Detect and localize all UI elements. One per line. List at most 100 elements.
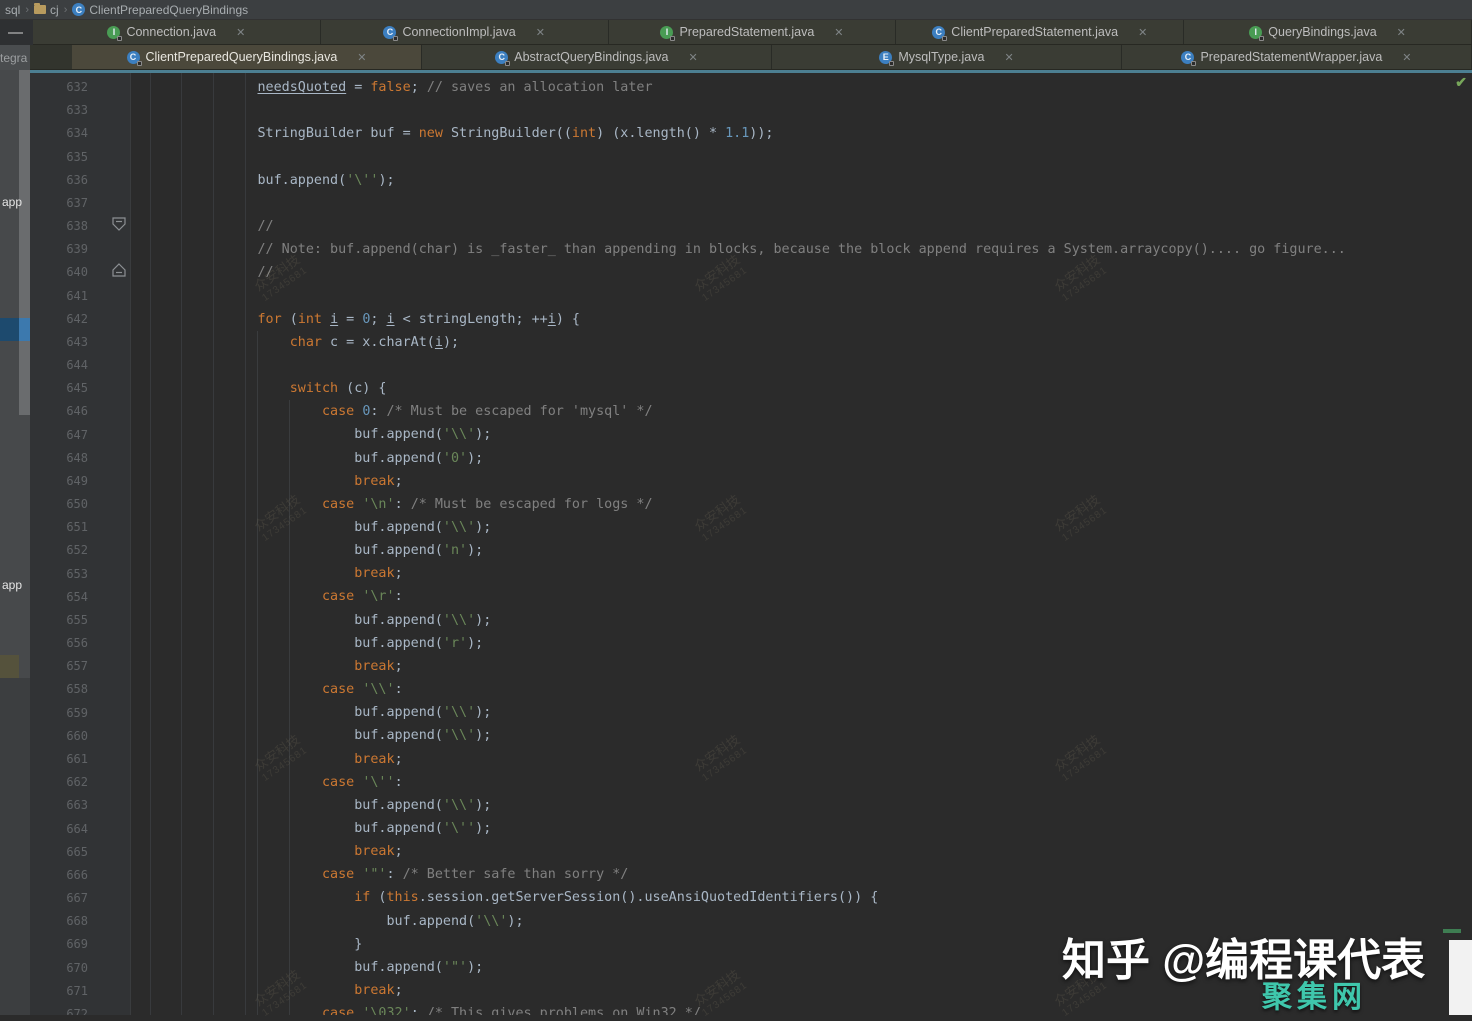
code-line-646[interactable]: case 0: /* Must be escaped for 'mysql' *… [193, 400, 1472, 423]
code-line-650[interactable]: case '\n': /* Must be escaped for logs *… [193, 493, 1472, 516]
code-line-647[interactable]: buf.append('\\'); [193, 423, 1472, 446]
code-line-667[interactable]: if (this.session.getServerSession().useA… [193, 886, 1472, 909]
corner-green-dash [1443, 929, 1461, 933]
fold-region-start-icon[interactable] [112, 217, 126, 237]
breadcrumb-item-clientpreparedquerybindings[interactable]: C ClientPreparedQueryBindings [69, 3, 251, 17]
code-line-652[interactable]: buf.append('n'); [193, 539, 1472, 562]
code-line-645[interactable]: switch (c) { [193, 377, 1472, 400]
code-line-649[interactable]: break; [193, 470, 1472, 493]
breadcrumb: sql›cj›CClientPreparedQueryBindings [0, 0, 1472, 20]
code-line-654[interactable]: case '\r': [193, 585, 1472, 608]
fold-region-end-icon[interactable] [112, 263, 126, 283]
code-line-643[interactable]: char c = x.charAt(i); [193, 331, 1472, 354]
breadcrumb-separator: › [62, 4, 70, 16]
close-tab-icon[interactable]: ✕ [357, 51, 366, 64]
code-line-659[interactable]: buf.append('\\'); [193, 701, 1472, 724]
code-line-651[interactable]: buf.append('\\'); [193, 516, 1472, 539]
site-watermark: 聚集网 [1262, 972, 1367, 1016]
code-line-658[interactable]: case '\\': [193, 678, 1472, 701]
code-line-637[interactable] [193, 192, 1472, 215]
tab-label: AbstractQueryBindings.java [514, 50, 668, 64]
breadcrumb-separator: › [23, 4, 31, 16]
code-line-666[interactable]: case '"': /* Better safe than sorry */ [193, 863, 1472, 886]
code-line-634[interactable]: StringBuilder buf = new StringBuilder((i… [193, 122, 1472, 145]
lock-badge-icon [670, 36, 675, 41]
breadcrumb-label: sql [5, 3, 20, 17]
close-tab-icon[interactable]: ✕ [1397, 26, 1406, 39]
code-line-655[interactable]: buf.append('\\'); [193, 609, 1472, 632]
breadcrumb-item-cj[interactable]: cj [31, 3, 62, 17]
background-selection-band [0, 318, 19, 341]
interface-icon: I [1249, 26, 1262, 39]
minimize-button[interactable]: — [0, 20, 33, 45]
tab-mysqltype-java[interactable]: EMysqlType.java✕ [772, 45, 1122, 69]
code-line-653[interactable]: break; [193, 562, 1472, 585]
code-line-660[interactable]: buf.append('\\'); [193, 724, 1472, 747]
breadcrumb-label: ClientPreparedQueryBindings [89, 3, 248, 17]
code-line-661[interactable]: break; [193, 748, 1472, 771]
code-line-657[interactable]: break; [193, 655, 1472, 678]
lock-badge-icon [889, 61, 894, 66]
tab-preparedstatementwrapper-java[interactable]: C PreparedStatementWrapper.java ✕ [1122, 45, 1472, 69]
class-icon: C [495, 51, 508, 64]
code-line-642[interactable]: for (int i = 0; i < stringLength; ++i) { [193, 308, 1472, 331]
tab-label: ClientPreparedStatement.java [951, 25, 1118, 39]
tab-abstractquerybindings-java[interactable]: C AbstractQueryBindings.java ✕ [422, 45, 772, 69]
editor-tab-row-2: C ClientPreparedQueryBindings.java ✕ C Abstr… [0, 45, 1472, 70]
tab-querybindings-java[interactable]: I QueryBindings.java ✕ [1184, 20, 1472, 44]
code-line-636[interactable]: buf.append('\''); [193, 169, 1472, 192]
class-icon: C [932, 26, 945, 39]
class-icon: C [127, 51, 140, 64]
breadcrumb-item-sql[interactable]: sql [2, 3, 23, 17]
close-tab-icon[interactable]: ✕ [1138, 26, 1147, 39]
code-line-639[interactable]: // Note: buf.append(char) is _faster_ th… [193, 238, 1472, 261]
code-line-635[interactable] [193, 145, 1472, 168]
tab-clientpreparedquerybindings-java[interactable]: C ClientPreparedQueryBindings.java ✕ [72, 45, 422, 69]
close-tab-icon[interactable]: ✕ [236, 26, 245, 39]
interface-icon: I [107, 26, 120, 39]
class-icon: C [383, 26, 396, 39]
close-tab-icon[interactable]: ✕ [1402, 51, 1411, 64]
lock-badge-icon [137, 61, 142, 66]
code-line-640[interactable]: // [193, 261, 1472, 284]
tab-connection-java[interactable]: I Connection.java ✕ [33, 20, 321, 44]
close-tab-icon[interactable]: ✕ [536, 26, 545, 39]
lock-badge-icon [393, 36, 398, 41]
background-app-label: app [2, 195, 30, 209]
lock-badge-icon [1259, 36, 1264, 41]
code-line-664[interactable]: buf.append('\''); [193, 817, 1472, 840]
tab-label: PreparedStatementWrapper.java [1200, 50, 1382, 64]
tab-clientpreparedstatement-java[interactable]: C ClientPreparedStatement.java ✕ [896, 20, 1184, 44]
zhihu-watermark: 知乎 @编程课代表 [1062, 924, 1425, 988]
code-line-648[interactable]: buf.append('0'); [193, 447, 1472, 470]
interface-icon: I [660, 26, 673, 39]
code-editor[interactable]: 6326336346356366376386396406416426436446… [30, 70, 1472, 1015]
code-line-662[interactable]: case '\'': [193, 771, 1472, 794]
background-window-label: tegra [0, 45, 30, 70]
code-text[interactable]: needsQuoted = false; // saves an allocat… [30, 76, 1472, 1015]
tab-connectionimpl-java[interactable]: CConnectionImpl.java✕ [321, 20, 609, 44]
background-olive-band [0, 655, 19, 678]
code-line-632[interactable]: needsQuoted = false; // saves an allocat… [193, 76, 1472, 99]
class-icon: C [72, 3, 85, 16]
corner-white-block [1449, 940, 1472, 1015]
class-icon: C [1181, 51, 1194, 64]
code-line-641[interactable] [193, 284, 1472, 307]
inspections-ok-icon[interactable]: ✔ [1455, 74, 1467, 91]
tab-label: Connection.java [126, 25, 216, 39]
code-line-633[interactable] [193, 99, 1472, 122]
tab-label: QueryBindings.java [1268, 25, 1376, 39]
background-strip-lower [0, 678, 30, 1015]
tab-label: ClientPreparedQueryBindings.java [146, 50, 338, 64]
background-window-strip: app app [0, 70, 30, 1015]
close-tab-icon[interactable]: ✕ [689, 51, 698, 64]
tab-preparedstatement-java[interactable]: I PreparedStatement.java ✕ [609, 20, 897, 44]
code-line-663[interactable]: buf.append('\\'); [193, 794, 1472, 817]
code-line-638[interactable]: // [193, 215, 1472, 238]
code-line-644[interactable] [193, 354, 1472, 377]
close-tab-icon[interactable]: ✕ [834, 26, 843, 39]
code-line-665[interactable]: break; [193, 840, 1472, 863]
close-tab-icon[interactable]: ✕ [1004, 51, 1013, 64]
code-line-656[interactable]: buf.append('r'); [193, 632, 1472, 655]
tab-label: PreparedStatement.java [679, 25, 814, 39]
